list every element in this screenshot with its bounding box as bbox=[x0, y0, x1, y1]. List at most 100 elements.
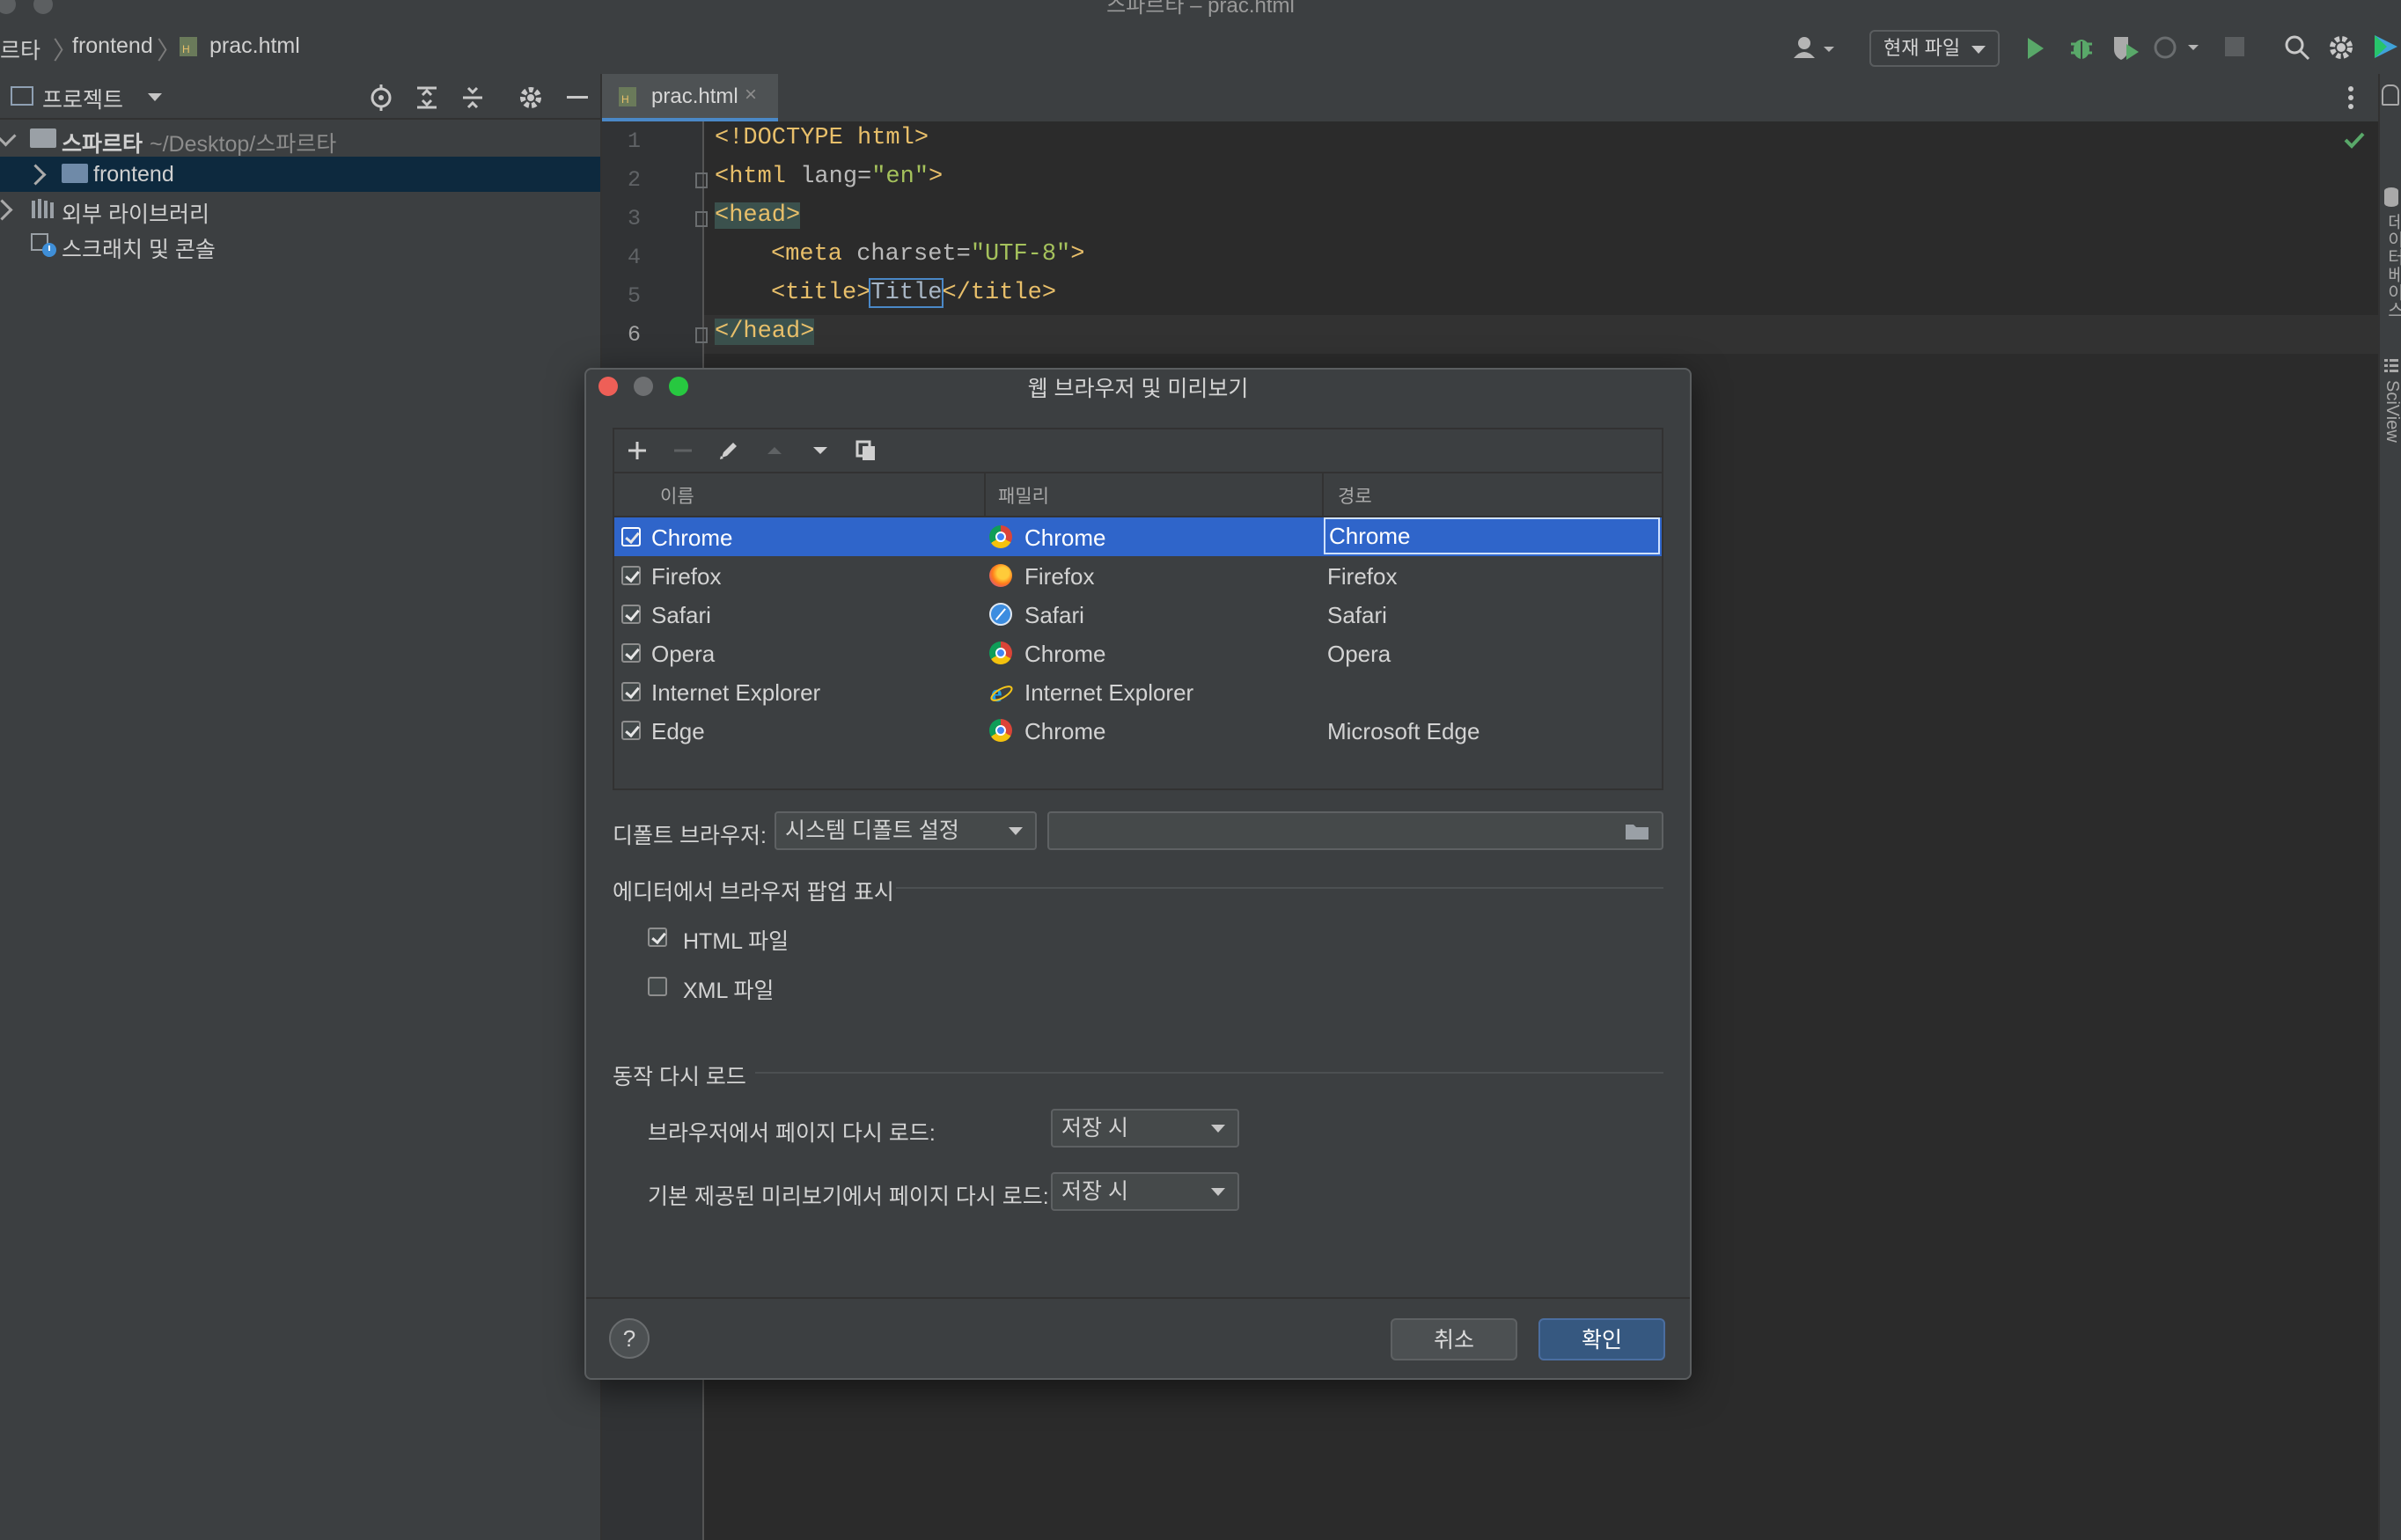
collapse-all-icon[interactable] bbox=[459, 84, 486, 111]
database-icon[interactable] bbox=[2383, 187, 2399, 208]
column-header-path[interactable]: 경로 bbox=[1338, 482, 1372, 509]
line-number: 3 bbox=[627, 206, 641, 231]
search-icon[interactable] bbox=[2283, 33, 2311, 62]
fold-marker-icon[interactable] bbox=[695, 327, 708, 343]
column-divider bbox=[1322, 473, 1324, 516]
sciview-icon[interactable] bbox=[2383, 357, 2399, 373]
tree-item-label: 외부 라이브러리 bbox=[62, 202, 209, 227]
profiler-icon[interactable] bbox=[2153, 33, 2206, 62]
default-browser-select[interactable]: 시스템 디폴트 설정 bbox=[775, 811, 1037, 850]
panel-settings-gear-icon[interactable] bbox=[518, 84, 544, 111]
ie-icon: e bbox=[989, 680, 1013, 705]
close-tab-icon[interactable]: × bbox=[745, 83, 757, 107]
browser-path: Chrome bbox=[1329, 523, 1411, 549]
database-tool-tab[interactable]: 데이터베이스 bbox=[2382, 213, 2401, 319]
browser-name: Chrome bbox=[651, 524, 733, 551]
remove-icon bbox=[671, 438, 695, 463]
browser-path: Opera bbox=[1327, 641, 1391, 667]
fold-marker-icon[interactable] bbox=[695, 172, 708, 188]
notifications-bell-icon[interactable] bbox=[2382, 84, 2399, 106]
coverage-icon[interactable] bbox=[2111, 33, 2140, 62]
window-controls[interactable] bbox=[0, 0, 53, 14]
chrome-icon bbox=[989, 719, 1012, 742]
run-config-dropdown[interactable]: 현재 파일 bbox=[1869, 30, 2000, 67]
browser-enabled-checkbox[interactable] bbox=[621, 643, 641, 663]
chrome-icon bbox=[989, 642, 1012, 664]
svg-text:H: H bbox=[182, 43, 190, 55]
browser-path: Safari bbox=[1327, 602, 1387, 628]
default-browser-path-input[interactable] bbox=[1047, 811, 1663, 850]
edit-pencil-icon[interactable] bbox=[716, 438, 741, 463]
copy-icon[interactable] bbox=[854, 438, 878, 463]
browser-name: Opera bbox=[651, 641, 716, 667]
project-panel-title[interactable]: 프로젝트 bbox=[42, 83, 123, 114]
reload-preview-select[interactable]: 저장 시 bbox=[1051, 1172, 1239, 1211]
plugin-logo-icon[interactable] bbox=[2371, 32, 2401, 62]
move-down-icon[interactable] bbox=[808, 438, 833, 463]
browser-enabled-checkbox[interactable] bbox=[621, 721, 641, 740]
breadcrumb-folder[interactable]: frontend bbox=[72, 33, 153, 59]
expand-all-icon[interactable] bbox=[414, 84, 440, 111]
section-divider bbox=[755, 1072, 1663, 1074]
breadcrumb-file[interactable]: prac.html bbox=[209, 33, 300, 59]
line-number: 1 bbox=[627, 128, 641, 154]
chevron-right-icon[interactable] bbox=[0, 199, 13, 221]
sciview-tool-tab[interactable]: SciView bbox=[2382, 380, 2401, 477]
tree-item-frontend[interactable]: frontend bbox=[0, 157, 600, 192]
xml-files-checkbox[interactable] bbox=[648, 977, 667, 996]
table-row[interactable]: Internet Explorer e Internet Explorer bbox=[614, 672, 1662, 711]
line-number: 4 bbox=[627, 245, 641, 270]
browser-path-edit-field[interactable]: Chrome bbox=[1324, 517, 1660, 554]
help-button[interactable]: ? bbox=[609, 1318, 650, 1359]
table-row[interactable]: Firefox Firefox Firefox bbox=[614, 556, 1662, 595]
line-number: 5 bbox=[627, 283, 641, 309]
editor-tab-prac-html[interactable]: H prac.html × bbox=[602, 74, 778, 121]
inspection-ok-icon bbox=[2343, 130, 2366, 150]
table-row[interactable]: Opera Chrome Opera bbox=[614, 634, 1662, 672]
debug-icon[interactable] bbox=[2068, 33, 2095, 62]
browser-name: Internet Explorer bbox=[651, 679, 821, 706]
chevron-right-icon[interactable] bbox=[25, 164, 47, 186]
reload-browser-select[interactable]: 저장 시 bbox=[1051, 1109, 1239, 1148]
browser-family: Chrome bbox=[1024, 524, 1106, 551]
default-browser-label: 디폴트 브라우저: bbox=[613, 824, 767, 848]
chevron-down-icon[interactable] bbox=[0, 125, 17, 147]
stop-icon[interactable] bbox=[2225, 37, 2244, 56]
run-icon[interactable] bbox=[2024, 35, 2047, 62]
browser-enabled-checkbox[interactable] bbox=[621, 605, 641, 624]
minimize-panel-icon[interactable] bbox=[567, 96, 588, 99]
table-header bbox=[614, 473, 1662, 517]
table-row[interactable]: Safari Safari Safari bbox=[614, 595, 1662, 634]
project-view-icon bbox=[11, 86, 33, 106]
browser-name: Edge bbox=[651, 718, 705, 744]
dialog-title: 웹 브라우저 및 미리보기 bbox=[1027, 377, 1249, 401]
add-icon[interactable] bbox=[625, 438, 650, 463]
tree-item-label: frontend bbox=[93, 162, 174, 187]
more-options-icon[interactable] bbox=[2345, 84, 2357, 111]
column-header-family[interactable]: 패밀리 bbox=[998, 482, 1049, 509]
table-row[interactable]: Edge Chrome Microsoft Edge bbox=[614, 711, 1662, 750]
locate-target-icon[interactable] bbox=[368, 84, 394, 111]
fold-marker-icon[interactable] bbox=[695, 211, 708, 227]
ok-button[interactable]: 확인 bbox=[1538, 1318, 1665, 1360]
chevron-down-icon[interactable] bbox=[148, 93, 162, 101]
cancel-button[interactable]: 취소 bbox=[1391, 1318, 1517, 1360]
code-line-5: <title>Title</title> bbox=[771, 278, 1057, 308]
tree-root[interactable]: 스파르타 ~/Desktop/스파르타 bbox=[0, 121, 600, 157]
html-files-checkbox[interactable] bbox=[648, 928, 667, 947]
reload-section-title: 동작 다시 로드 bbox=[613, 1065, 746, 1089]
browser-enabled-checkbox[interactable] bbox=[621, 527, 641, 546]
project-panel bbox=[0, 74, 602, 1540]
user-icon[interactable] bbox=[1792, 33, 1839, 63]
settings-gear-icon[interactable] bbox=[2327, 33, 2355, 62]
browse-folder-icon[interactable] bbox=[1625, 822, 1651, 841]
browser-path: Firefox bbox=[1327, 563, 1398, 590]
tree-item-external-libraries[interactable]: 외부 라이브러리 bbox=[0, 192, 600, 227]
column-header-name[interactable]: 이름 bbox=[660, 482, 694, 509]
breadcrumb-project[interactable]: 르타 bbox=[0, 33, 40, 65]
html-file-icon: H bbox=[178, 35, 201, 58]
browser-enabled-checkbox[interactable] bbox=[621, 566, 641, 585]
browser-enabled-checkbox[interactable] bbox=[621, 682, 641, 701]
tree-item-scratches[interactable]: 스크래치 및 콘솔 bbox=[0, 227, 600, 262]
tree-root-path: ~/Desktop/스파르타 bbox=[150, 132, 337, 157]
